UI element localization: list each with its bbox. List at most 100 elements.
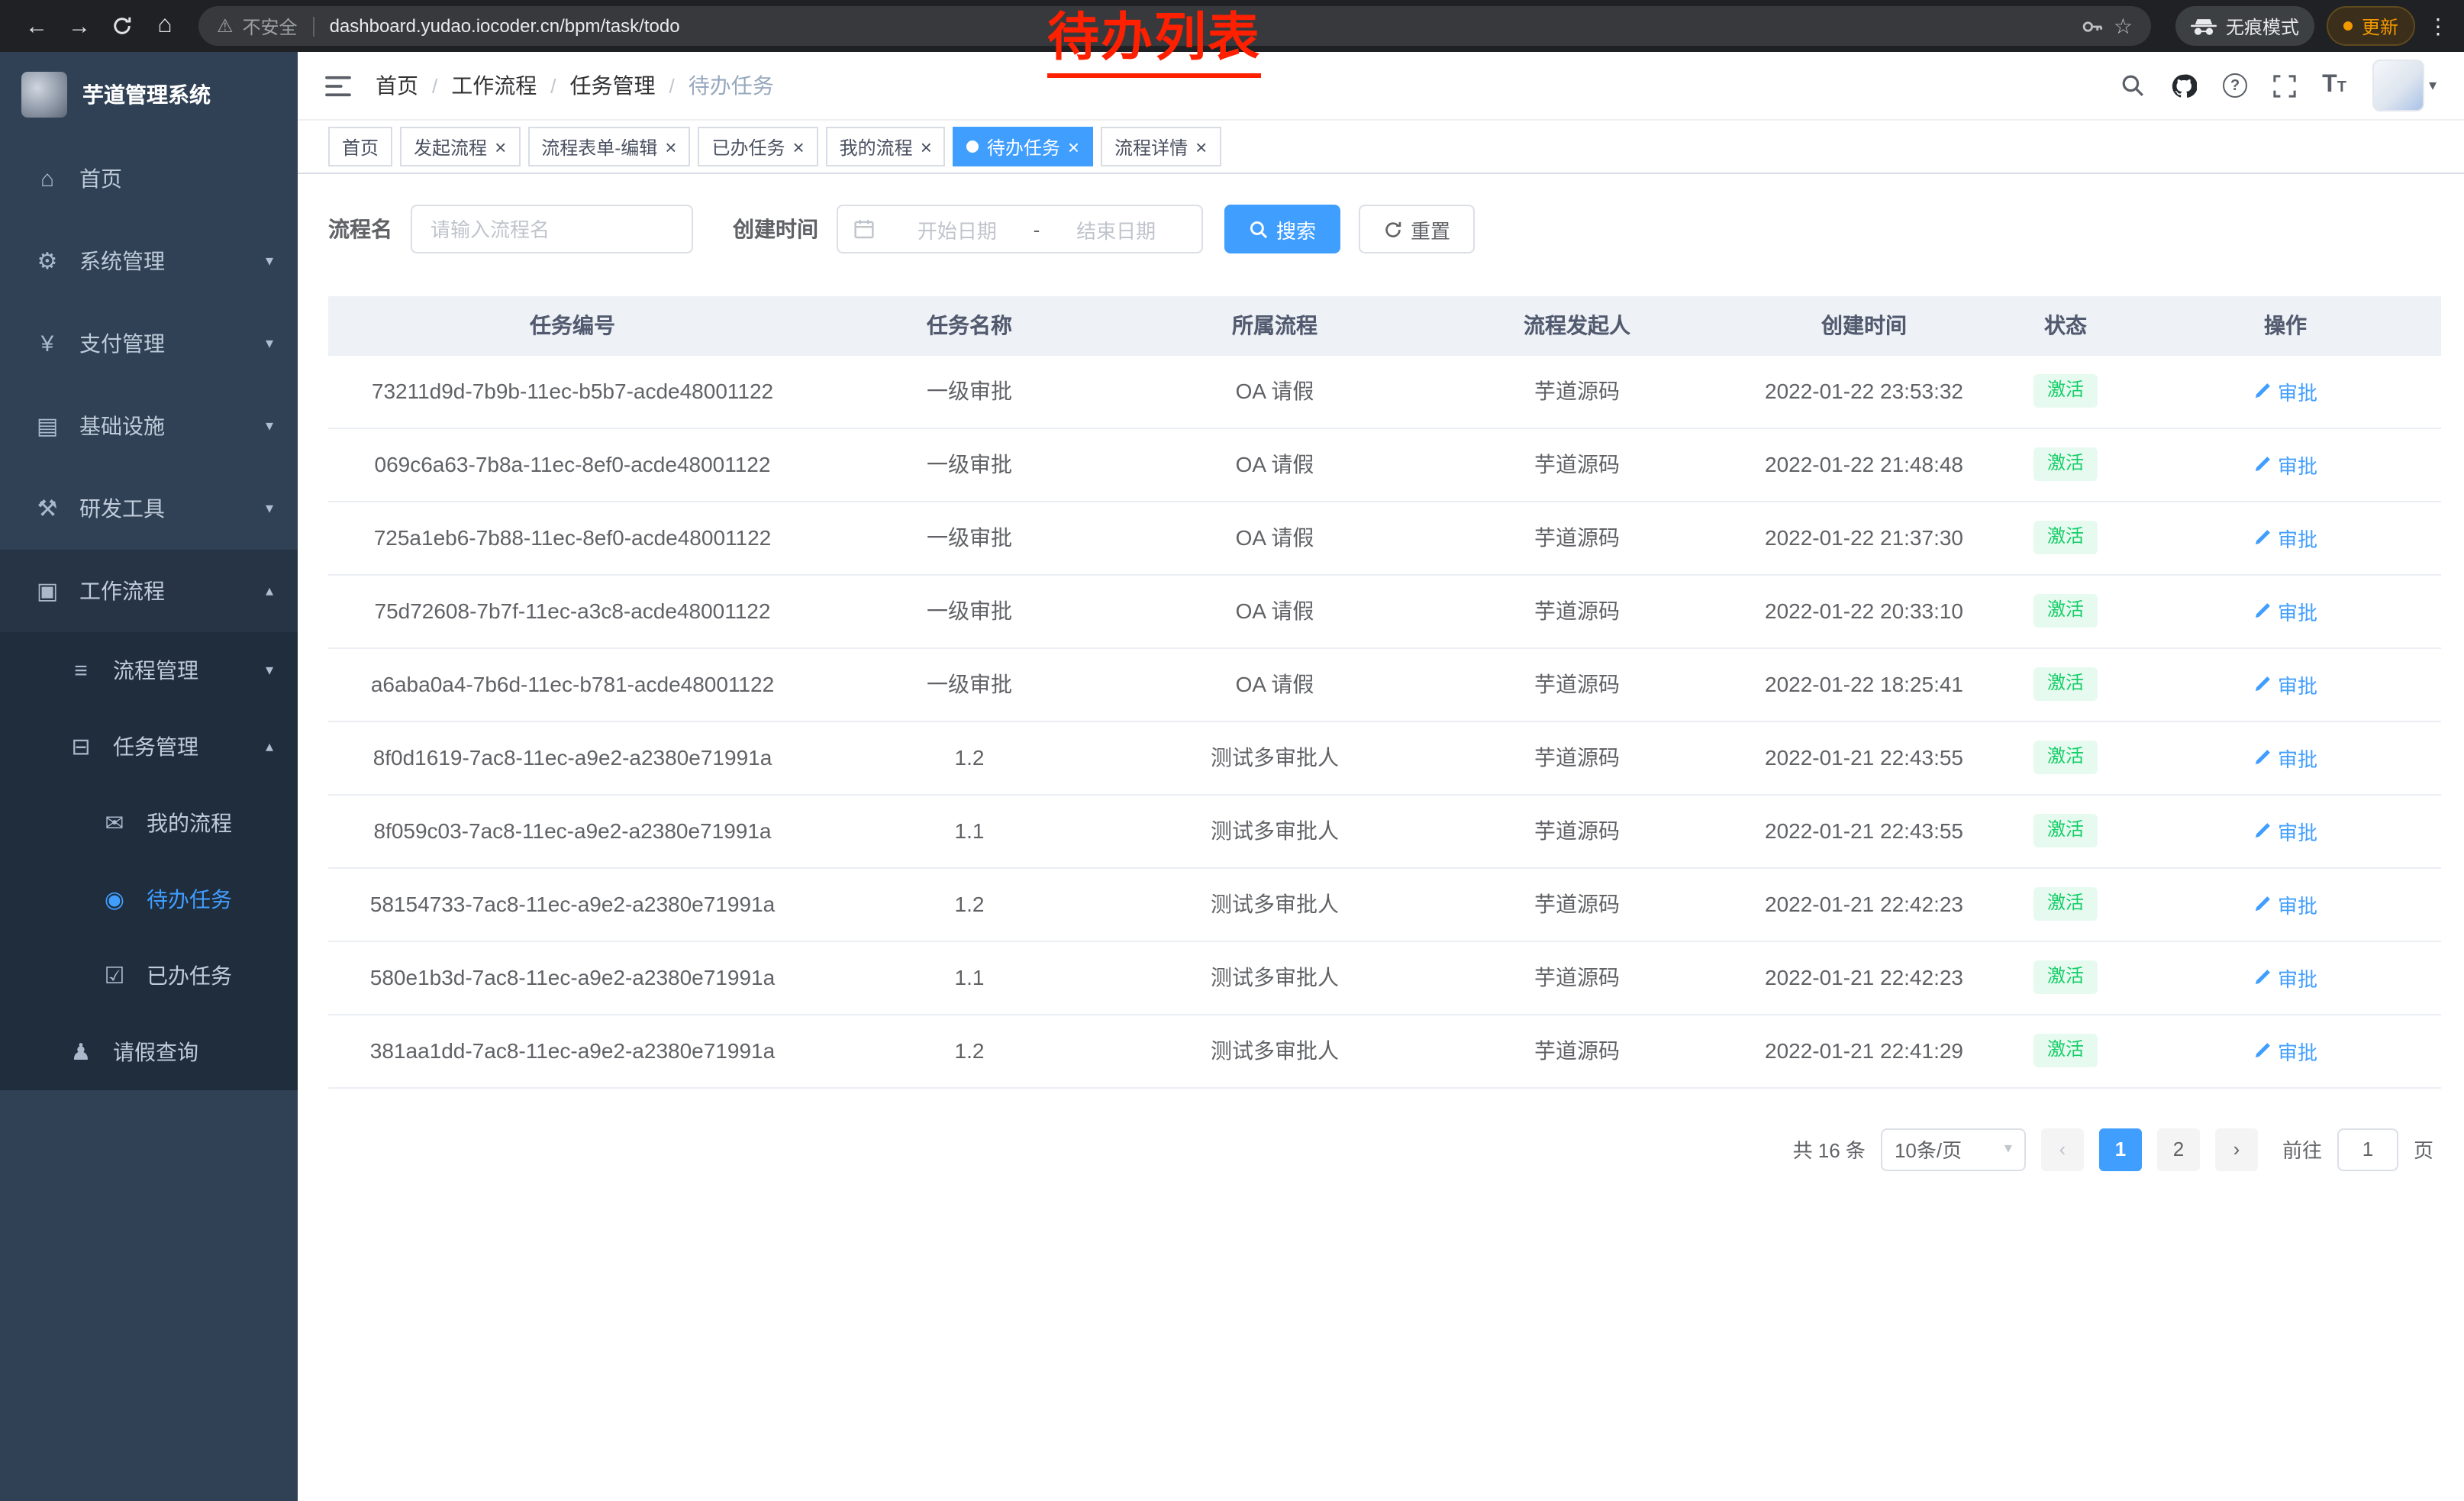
cell-initiator: 芋道源码 — [1427, 647, 1727, 721]
status-badge: 激活 — [2033, 521, 2098, 554]
breadcrumb-item: 待办任务 — [689, 70, 774, 101]
audit-link[interactable]: 审批 — [2253, 963, 2317, 992]
sidebar-item-gear[interactable]: ⚙系统管理▾ — [0, 220, 298, 302]
sidebar-item-todo-task[interactable]: ◉待办任务 — [0, 861, 298, 938]
browser-forward-button[interactable]: → — [58, 5, 101, 47]
browser-menu-icon[interactable]: ⋮ — [2427, 13, 2449, 39]
refresh-icon — [1383, 219, 1403, 239]
app-logo-row[interactable]: 芋道管理系统 — [0, 52, 298, 137]
cell-status: 激活 — [2001, 794, 2130, 867]
next-page-button[interactable]: › — [2215, 1128, 2258, 1170]
cell-initiator: 芋道源码 — [1427, 941, 1727, 1014]
sidebar-item-devtools[interactable]: ⚒研发工具▾ — [0, 467, 298, 550]
audit-link[interactable]: 审批 — [2253, 1036, 2317, 1065]
font-size-icon[interactable]: TT — [2322, 72, 2346, 99]
table-row: a6aba0a4-7b6d-11ec-b781-acde48001122一级审批… — [328, 647, 2441, 721]
audit-link[interactable]: 审批 — [2253, 743, 2317, 772]
audit-link[interactable]: 审批 — [2253, 889, 2317, 918]
audit-link-label: 审批 — [2278, 963, 2317, 992]
sidebar-item-dashboard[interactable]: ⌂首页 — [0, 137, 298, 220]
cell-task-id: 8f0d1619-7ac8-11ec-a9e2-a2380e71991a — [328, 721, 817, 794]
sidebar-item-payment[interactable]: ¥支付管理▾ — [0, 302, 298, 385]
task-table-head-row: 任务编号任务名称所属流程流程发起人创建时间状态操作 — [328, 296, 2441, 354]
tab-label: 我的流程 — [840, 134, 913, 160]
tab[interactable]: 首页 — [328, 127, 392, 166]
audit-link[interactable]: 审批 — [2253, 376, 2317, 405]
tab[interactable]: 已办任务× — [698, 127, 818, 166]
sidebar-item-label: 基础设施 — [79, 411, 165, 441]
tab-close-icon[interactable]: × — [1068, 137, 1079, 157]
sidebar-item-workflow[interactable]: ▣工作流程▴ — [0, 550, 298, 632]
sidebar-item-process-management[interactable]: ≡流程管理▾ — [0, 632, 298, 709]
sidebar-item-infrastructure[interactable]: ▤基础设施▾ — [0, 385, 298, 467]
date-range-picker[interactable]: 开始日期 - 结束日期 — [837, 205, 1203, 253]
tab-close-icon[interactable]: × — [665, 137, 676, 157]
user-avatar[interactable]: ▾ — [2372, 60, 2437, 111]
audit-link[interactable]: 审批 — [2253, 450, 2317, 479]
sidebar-item-label: 流程管理 — [113, 655, 198, 686]
sidebar-item-my-process[interactable]: ✉我的流程 — [0, 785, 298, 861]
browser-home-button[interactable]: ⌂ — [144, 5, 186, 47]
prev-page-button[interactable]: ‹ — [2041, 1128, 2084, 1170]
fullscreen-icon[interactable] — [2273, 74, 2296, 97]
edit-icon — [2253, 675, 2272, 693]
column-header: 所属流程 — [1122, 296, 1427, 354]
breadcrumb-item[interactable]: 工作流程 — [451, 70, 537, 101]
browser-reload-button[interactable] — [101, 5, 144, 47]
breadcrumb-item[interactable]: 首页 — [376, 70, 418, 101]
tab[interactable]: 我的流程 × — [826, 127, 946, 166]
goto-page-input[interactable] — [2337, 1128, 2398, 1170]
sidebar-collapse-button[interactable] — [325, 74, 351, 97]
cell-process: 测试多审批人 — [1122, 941, 1427, 1014]
audit-link[interactable]: 审批 — [2253, 670, 2317, 699]
tab-label: 流程详情 — [1114, 134, 1188, 160]
tab-close-icon[interactable]: × — [495, 137, 506, 157]
password-key-icon[interactable] — [2082, 15, 2104, 37]
reset-button[interactable]: 重置 — [1359, 205, 1475, 253]
page-button-1[interactable]: 1 — [2099, 1128, 2142, 1170]
browser-update-button[interactable]: 更新 — [2327, 6, 2415, 46]
github-icon[interactable] — [2171, 73, 2197, 98]
bookmark-star-icon[interactable]: ☆ — [2114, 13, 2133, 39]
chevron-up-icon: ▴ — [266, 738, 273, 755]
tab[interactable]: 发起流程× — [400, 127, 520, 166]
tab-close-icon[interactable]: × — [792, 137, 804, 157]
sidebar-item-leave-query[interactable]: ♟请假查询 — [0, 1014, 298, 1090]
page-size-select[interactable]: 10条/页 ▾ — [1881, 1128, 2026, 1170]
cell-status: 激活 — [2001, 941, 2130, 1014]
tab-close-icon[interactable]: × — [921, 137, 932, 157]
tab[interactable]: 待办任务 × — [953, 127, 1093, 166]
sidebar-item-label: 首页 — [79, 163, 122, 194]
process-name-input[interactable] — [411, 205, 693, 253]
date-range-separator: - — [1034, 218, 1040, 240]
page-button-2[interactable]: 2 — [2157, 1128, 2200, 1170]
search-button[interactable]: 搜索 — [1224, 205, 1340, 253]
warning-icon: ⚠ — [217, 15, 234, 37]
sidebar-item-done-task[interactable]: ☑已办任务 — [0, 938, 298, 1014]
tab-label: 待办任务 — [987, 134, 1060, 160]
cell-task-name: 1.1 — [817, 941, 1122, 1014]
browser-back-button[interactable]: ← — [15, 5, 58, 47]
cell-task-id: a6aba0a4-7b6d-11ec-b781-acde48001122 — [328, 647, 817, 721]
tab[interactable]: 流程详情 × — [1101, 127, 1221, 166]
audit-link[interactable]: 审批 — [2253, 523, 2317, 552]
cell-action: 审批 — [2130, 1014, 2441, 1087]
submenu: ≡流程管理▾⊟任务管理▴✉我的流程◉待办任务☑已办任务♟请假查询 — [0, 632, 298, 1090]
breadcrumb-item[interactable]: 任务管理 — [570, 70, 656, 101]
cell-task-name: 一级审批 — [817, 501, 1122, 574]
sidebar-item-task-management[interactable]: ⊟任务管理▴ — [0, 709, 298, 785]
breadcrumb-separator: / — [550, 74, 556, 97]
search-icon[interactable] — [2121, 73, 2145, 98]
cell-task-id: 75d72608-7b7f-11ec-a3c8-acde48001122 — [328, 574, 817, 647]
cell-created-time: 2022-01-22 23:53:32 — [1727, 354, 2001, 428]
cell-task-id: 73211d9d-7b9b-11ec-b5b7-acde48001122 — [328, 354, 817, 428]
status-badge: 激活 — [2033, 1034, 2098, 1067]
cell-task-name: 1.2 — [817, 721, 1122, 794]
cell-process: OA 请假 — [1122, 428, 1427, 501]
tab-close-icon[interactable]: × — [1195, 137, 1207, 157]
tab[interactable]: 流程表单-编辑× — [527, 127, 690, 166]
help-icon[interactable]: ? — [2223, 73, 2247, 98]
audit-link[interactable]: 审批 — [2253, 816, 2317, 845]
audit-link[interactable]: 审批 — [2253, 596, 2317, 625]
edit-icon — [2253, 455, 2272, 473]
